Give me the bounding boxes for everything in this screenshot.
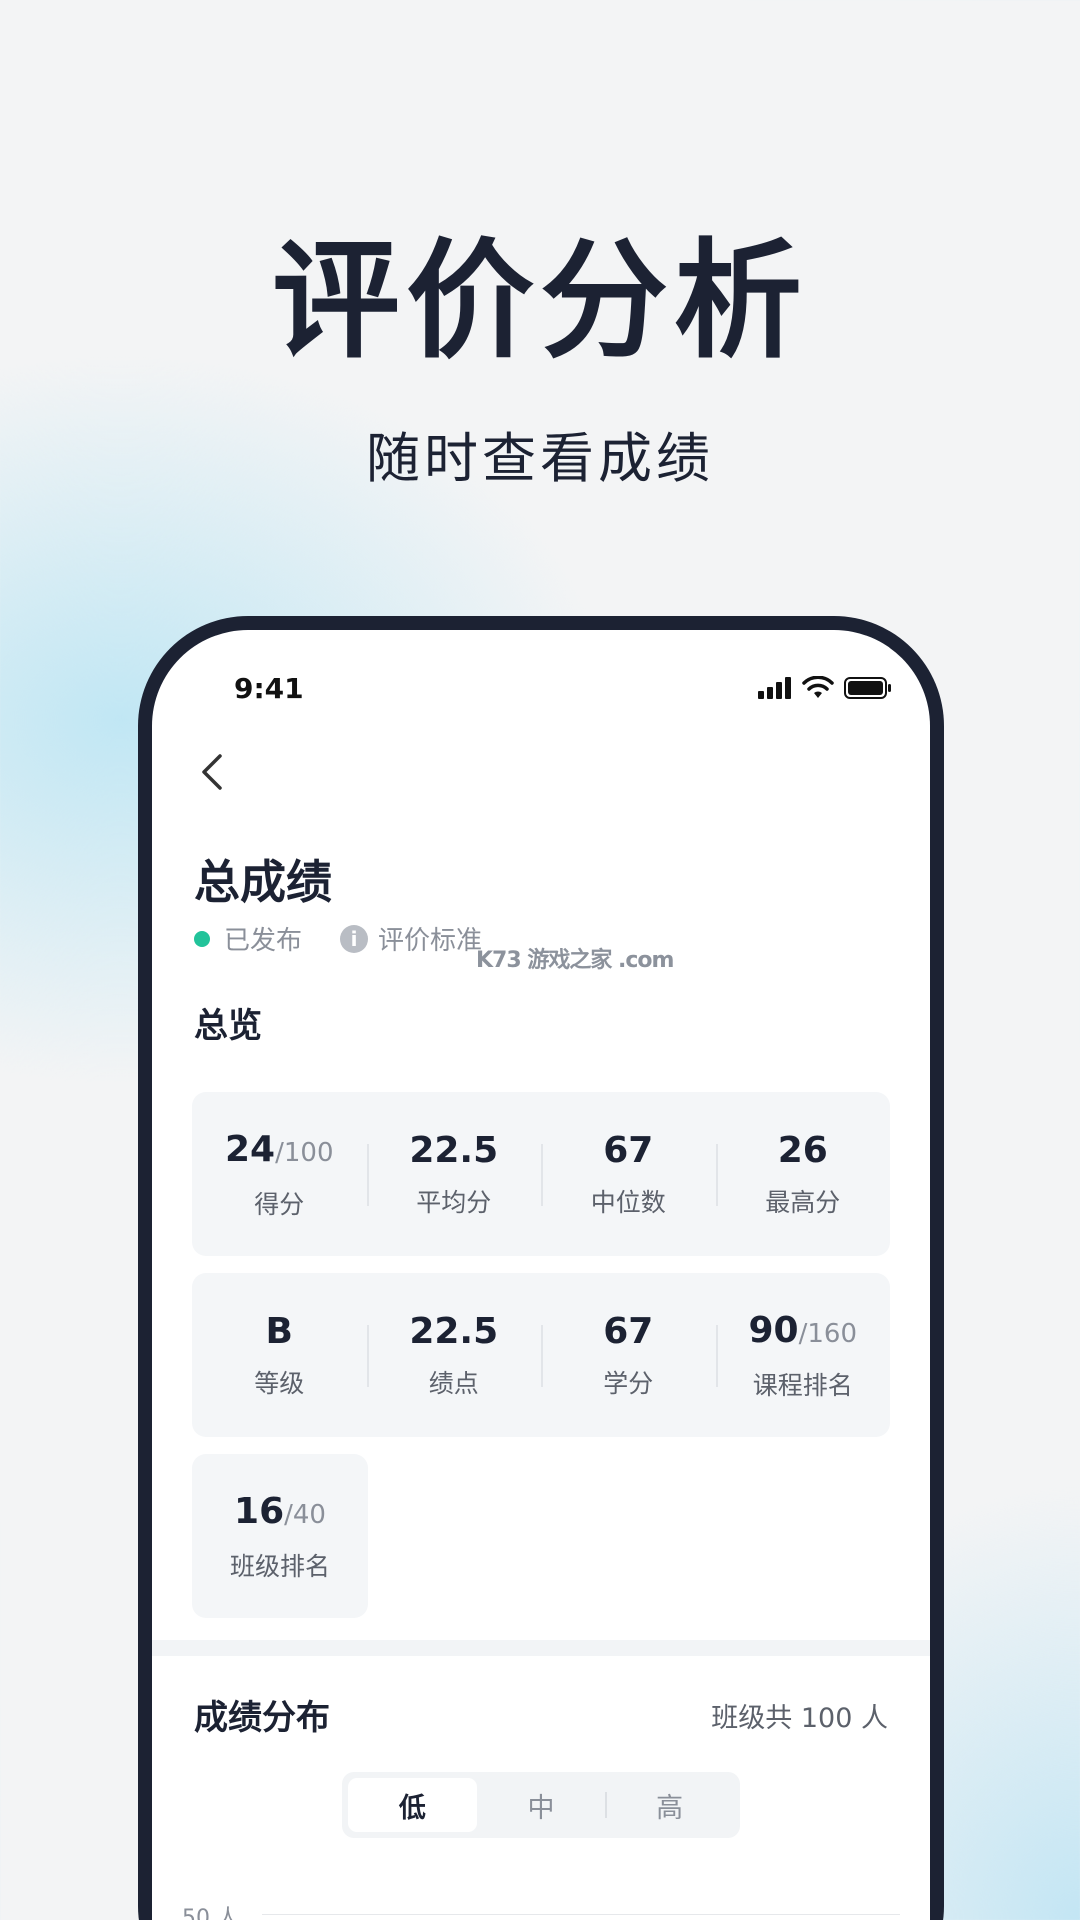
stat-course-rank: 90/160 课程排名 <box>715 1273 891 1437</box>
stat-class-rank: 16/40 班级排名 <box>192 1454 368 1618</box>
watermark: K73 游戏之家 .com <box>476 948 674 973</box>
published-dot-icon <box>194 930 210 947</box>
stat-value: 22.5 <box>409 1311 499 1352</box>
stats-card-row3: 16/40 班级排名 <box>192 1454 368 1618</box>
tab-mid[interactable]: 中 <box>477 1778 606 1832</box>
class-total: 班级共 100 人 <box>711 1703 888 1734</box>
status-time: 9:41 <box>234 672 304 705</box>
stat-suffix: /100 <box>275 1137 334 1168</box>
stat-label: 课程排名 <box>752 1370 853 1400</box>
stat-label: 中位数 <box>590 1188 666 1217</box>
phone-frame: 9:41 总成绩 已发布 i 评价标准 K73 游戏之家 .com 总览 24/… <box>138 616 944 1920</box>
tab-high[interactable]: 高 <box>605 1778 734 1832</box>
stat-gpa: 22.5 绩点 <box>366 1273 542 1437</box>
stat-label: 得分 <box>254 1189 305 1219</box>
stat-label: 学分 <box>603 1369 654 1398</box>
stats-card-row1: 24/100 得分 22.5 平均分 67 中位数 26 最高分 <box>192 1092 890 1256</box>
page-title: 总成绩 <box>194 855 332 909</box>
stat-label: 绩点 <box>428 1369 479 1398</box>
publish-status: 已发布 <box>224 926 303 956</box>
distribution-title: 成绩分布 <box>194 1698 330 1738</box>
hero-subtitle: 随时查看成绩 <box>366 427 714 490</box>
tab-low[interactable]: 低 <box>348 1778 477 1832</box>
stat-value: B <box>265 1311 293 1352</box>
wifi-icon <box>802 676 834 698</box>
stat-label: 班级排名 <box>229 1551 330 1581</box>
stat-max: 26 最高分 <box>715 1092 891 1256</box>
stat-median: 67 中位数 <box>541 1092 716 1256</box>
stat-score: 24/100 得分 <box>192 1092 367 1256</box>
stat-label: 最高分 <box>765 1188 841 1217</box>
criteria-link[interactable]: 评价标准 <box>378 920 482 957</box>
stats-card-row2: B 等级 22.5 绩点 67 学分 90/160 课程排名 <box>192 1273 890 1437</box>
y-axis-top-label: 50 人 <box>182 1906 239 1920</box>
stat-average: 22.5 平均分 <box>366 1092 542 1256</box>
section-divider <box>152 1640 930 1656</box>
stat-grade: B 等级 <box>192 1273 367 1437</box>
page-meta: 已发布 i 评价标准 <box>194 920 482 957</box>
stat-label: 平均分 <box>416 1188 492 1217</box>
distribution-tabs: 低 中 高 <box>342 1772 740 1838</box>
status-icons <box>758 676 892 700</box>
stat-suffix: /160 <box>798 1318 857 1349</box>
signal-icon <box>758 677 791 699</box>
chart-gridline <box>262 1914 900 1915</box>
phone-screen: 9:41 总成绩 已发布 i 评价标准 K73 游戏之家 .com 总览 24/… <box>152 630 930 1920</box>
stat-value: 26 <box>777 1130 828 1171</box>
info-icon[interactable]: i <box>340 924 369 953</box>
stat-value: 22.5 <box>409 1130 499 1171</box>
battery-icon <box>844 677 891 699</box>
hero-title: 评价分析 <box>271 227 808 376</box>
stat-value: 67 <box>603 1311 654 1352</box>
stat-value: 67 <box>603 1130 654 1171</box>
stat-credits: 67 学分 <box>541 1273 716 1437</box>
stat-value: 90 <box>748 1309 799 1351</box>
stat-value: 16 <box>234 1490 285 1532</box>
overview-title: 总览 <box>194 1006 262 1046</box>
chevron-left-icon[interactable] <box>192 750 236 794</box>
stat-value: 24 <box>225 1128 276 1170</box>
stat-label: 等级 <box>254 1369 305 1398</box>
stat-suffix: /40 <box>284 1499 326 1530</box>
